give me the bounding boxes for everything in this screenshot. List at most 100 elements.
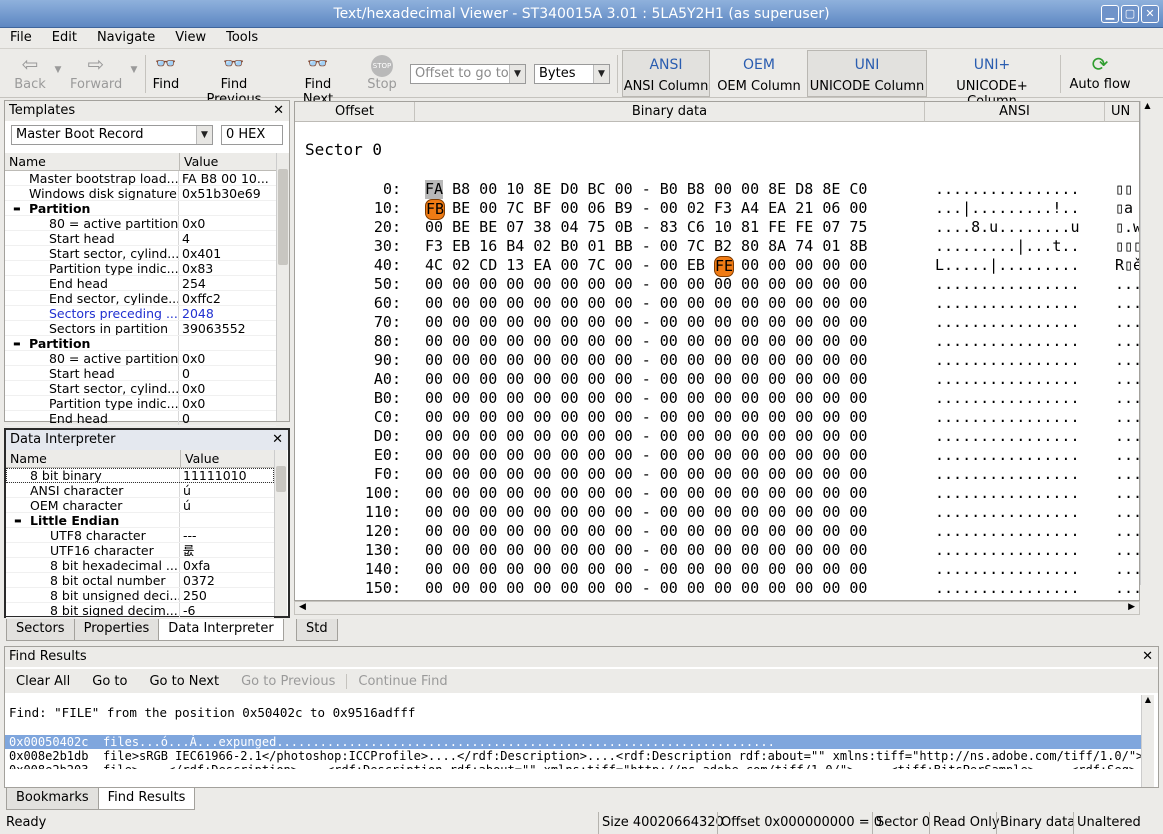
hex-byte[interactable]: 00 [452,332,470,351]
hex-byte[interactable]: 00 [687,560,705,579]
tab-sectors[interactable]: Sectors [6,619,75,641]
hex-byte[interactable]: B4 [506,237,524,256]
hex-byte[interactable]: 00 [615,427,633,446]
hex-byte[interactable]: 00 [660,560,678,579]
hex-row[interactable]: 30: F3 EB 16 B4 02 B0 01 BB 00 7C B2 80 8A 74 01 8B -....… [295,237,1139,256]
table-row[interactable]: Master bootstrap load... FA B8 00 10... [5,171,276,186]
hex-byte[interactable]: 00 [768,484,786,503]
hex-horizontal-scrollbar[interactable]: ◀ ▶ [294,601,1140,615]
hex-byte[interactable]: 00 [588,484,606,503]
hex-byte[interactable]: 00 [687,370,705,389]
hex-row[interactable]: 140: 00 00 00 00 00 00 00 00 00 00 00 00 00 00 00 00-...… [295,560,1139,579]
hex-byte[interactable]: 00 [588,294,606,313]
hex-byte[interactable]: 00 [533,484,551,503]
hex-byte[interactable]: 38 [533,218,551,237]
hex-byte[interactable]: 8E [533,180,551,199]
close-icon[interactable]: ✕ [1142,647,1153,667]
stop-button[interactable]: STOP Stop [364,51,400,97]
hex-byte[interactable]: EB [452,237,470,256]
menu-navigate[interactable]: Navigate [97,28,155,48]
tab-bookmarks[interactable]: Bookmarks [6,788,99,810]
unicode-column-toggle[interactable]: UNI UNICODE Column [807,50,927,97]
table-row[interactable]: Partition type indic... 0x0 [5,396,276,411]
hex-byte[interactable]: 00 [741,313,759,332]
hex-byte[interactable]: FA [425,180,444,199]
hex-row[interactable]: B0: 00 00 00 00 00 00 00 00 00 00 00 00 00 00 00 00-....… [295,389,1139,408]
table-row[interactable]: ▬ Little Endian [6,513,274,528]
hex-byte[interactable]: 00 [425,522,443,541]
table-row[interactable]: End sector, cylinde... 0xffc2 [5,291,276,306]
hex-byte[interactable]: 00 [615,370,633,389]
hex-byte[interactable]: 02 [533,237,551,256]
hex-byte[interactable]: 00 [849,522,867,541]
hex-byte[interactable]: B8 [452,180,470,199]
hex-byte[interactable]: 00 [588,560,606,579]
hex-byte[interactable]: 00 [822,313,840,332]
hex-byte[interactable]: 8E [768,180,786,199]
hex-byte[interactable]: FE [713,256,735,277]
hex-byte[interactable]: 00 [849,446,867,465]
hex-byte[interactable]: 75 [849,218,867,237]
hex-byte[interactable]: 00 [533,408,551,427]
hex-byte[interactable]: 00 [615,579,633,598]
hex-byte[interactable]: 00 [506,351,524,370]
hex-byte[interactable]: 00 [849,465,867,484]
hex-byte[interactable]: 8E [822,180,840,199]
hex-byte[interactable]: 00 [425,218,443,237]
hex-byte[interactable]: 00 [588,370,606,389]
hex-byte[interactable]: BF [533,199,551,218]
hex-byte[interactable]: 00 [479,180,497,199]
hex-byte[interactable]: 00 [768,446,786,465]
hex-byte[interactable]: 00 [795,389,813,408]
hex-byte[interactable]: 00 [425,503,443,522]
tab-data-interpreter[interactable]: Data Interpreter [158,619,284,641]
hex-byte[interactable]: 00 [452,389,470,408]
hex-byte[interactable]: 00 [533,370,551,389]
hex-byte[interactable]: 00 [822,351,840,370]
hex-byte[interactable]: 00 [452,560,470,579]
hex-byte[interactable]: 00 [533,275,551,294]
menu-view[interactable]: View [175,28,206,48]
find-action-go-to-next[interactable]: Go to Next [138,674,230,689]
hex-byte[interactable]: 00 [588,408,606,427]
hex-byte[interactable]: 00 [660,199,678,218]
hex-byte[interactable]: D0 [560,180,578,199]
hex-byte[interactable]: 81 [741,218,759,237]
hex-byte[interactable]: 00 [687,503,705,522]
hex-byte[interactable]: 00 [687,313,705,332]
hex-byte[interactable]: 00 [588,522,606,541]
hex-byte[interactable]: 00 [687,465,705,484]
hex-byte[interactable]: 00 [479,560,497,579]
hex-byte[interactable]: FB [425,199,446,220]
hex-byte[interactable]: 00 [479,427,497,446]
hex-byte[interactable]: 00 [560,256,578,275]
hex-byte[interactable]: 00 [615,503,633,522]
find-result-row[interactable]: 0x00050402c files...ó...À...expunged....… [5,735,1141,749]
hex-byte[interactable]: 00 [506,503,524,522]
hex-byte[interactable]: 00 [452,503,470,522]
hex-byte[interactable]: 00 [741,484,759,503]
hex-byte[interactable]: 00 [687,541,705,560]
hex-byte[interactable]: 00 [615,275,633,294]
hex-row[interactable]: 130: 00 00 00 00 00 00 00 00 00 00 00 00 00 00 00 00-...… [295,541,1139,560]
offset-column-header[interactable]: Offset [295,102,415,122]
hex-byte[interactable]: 01 [588,237,606,256]
hex-byte[interactable]: 00 [660,503,678,522]
hex-byte[interactable]: 00 [822,256,840,275]
hex-byte[interactable]: B0 [560,237,578,256]
hex-byte[interactable]: 00 [425,446,443,465]
hex-byte[interactable]: 00 [660,256,678,275]
hex-byte[interactable]: 00 [741,275,759,294]
hex-byte[interactable]: 00 [714,446,732,465]
table-row[interactable]: 8 bit binary 11111010 [6,468,274,483]
collapse-toggle-icon[interactable]: ▬ [13,201,21,216]
hex-byte[interactable]: 00 [795,370,813,389]
hex-byte[interactable]: 00 [741,427,759,446]
hex-byte[interactable]: 00 [506,560,524,579]
hex-byte[interactable]: 00 [425,579,443,598]
hex-byte[interactable]: 00 [452,294,470,313]
hex-byte[interactable]: 00 [795,446,813,465]
hex-byte[interactable]: 00 [687,275,705,294]
table-row[interactable]: 8 bit octal number 0372 [6,573,274,588]
hex-byte[interactable]: 00 [560,522,578,541]
